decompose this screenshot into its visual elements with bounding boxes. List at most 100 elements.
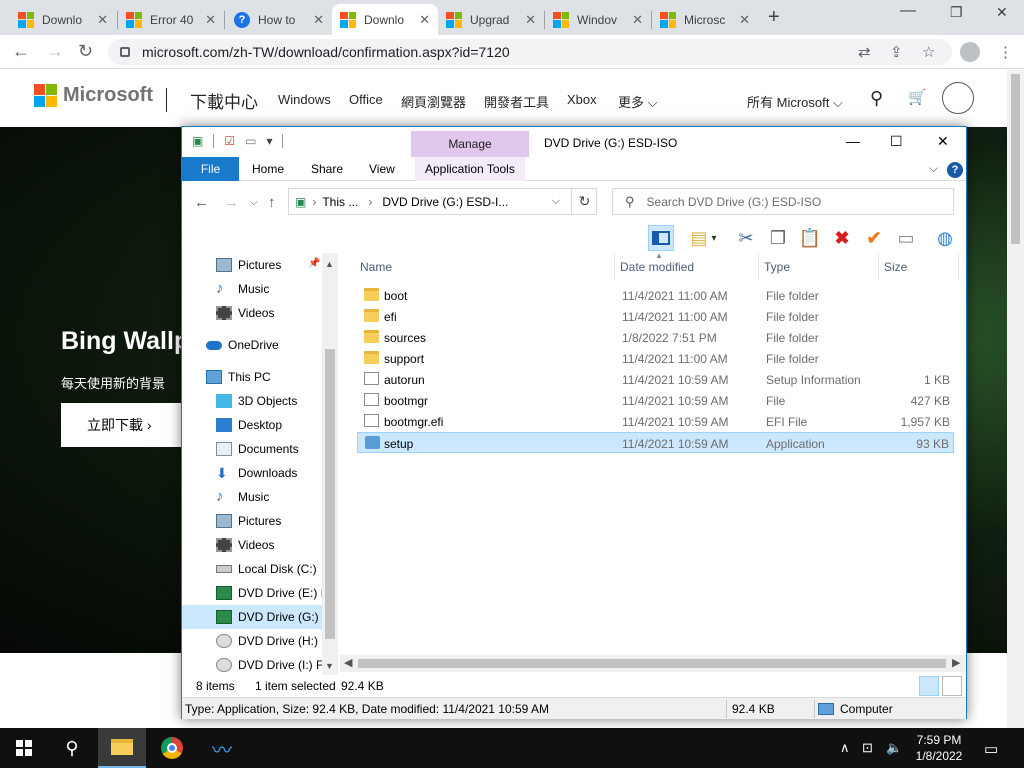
reload-icon[interactable]: ↻ xyxy=(78,41,93,62)
share-icon[interactable]: ⇪ xyxy=(890,43,903,61)
up-icon[interactable]: ↑ xyxy=(268,194,276,211)
nav-item-pictures[interactable]: Pictures xyxy=(216,253,322,277)
back-icon[interactable]: ← xyxy=(194,194,209,211)
pin-icon[interactable]: 📌 xyxy=(308,258,320,269)
nav-item-videos[interactable]: Videos xyxy=(216,301,322,325)
new-tab-icon[interactable]: + xyxy=(768,6,780,29)
nav-link-more[interactable]: 更多 ⌵ xyxy=(618,92,658,111)
browser-tab[interactable]: Upgrad ✕ xyxy=(438,4,544,35)
forward-icon[interactable]: → xyxy=(46,41,64,62)
delete-icon[interactable]: ✖ xyxy=(829,225,855,251)
browser-tab[interactable]: Microsc ✕ xyxy=(652,4,758,35)
close-icon[interactable]: ✕ xyxy=(419,12,430,28)
nav-link-xbox[interactable]: Xbox xyxy=(567,92,597,107)
large-icons-view-icon[interactable] xyxy=(942,676,962,696)
file-row[interactable]: sources 1/8/2022 7:51 PM File folder xyxy=(357,327,954,348)
scroll-left-icon[interactable]: ◀ xyxy=(344,656,352,669)
nav-item-videos[interactable]: Videos xyxy=(216,533,322,557)
profile-avatar[interactable] xyxy=(960,42,980,62)
close-icon[interactable]: ✕ xyxy=(525,12,536,28)
globe-icon[interactable]: ◍ xyxy=(932,225,958,251)
file-row[interactable]: bootmgr.efi 11/4/2021 10:59 AM EFI File … xyxy=(357,411,954,432)
volume-muted-icon[interactable]: 🔈 xyxy=(886,740,902,756)
tab-share[interactable]: Share xyxy=(301,157,353,181)
recent-locations-icon[interactable]: ⌵ xyxy=(250,197,258,208)
nav-item-dvd-drive-i[interactable]: DVD Drive (I:) FR xyxy=(216,653,332,675)
details-view-icon[interactable] xyxy=(919,676,939,696)
close-icon[interactable]: ✕ xyxy=(205,12,216,28)
restore-icon[interactable]: ❐ xyxy=(950,4,963,21)
column-header-type[interactable]: Type xyxy=(759,253,879,280)
help-icon[interactable]: ? xyxy=(947,162,963,178)
download-now-button[interactable]: 立即下載 › xyxy=(61,403,181,447)
nav-item-dvd-drive-e[interactable]: DVD Drive (E:) IR xyxy=(216,581,333,605)
nav-item-local-disk-c[interactable]: Local Disk (C:) xyxy=(216,557,322,581)
address-bar[interactable]: microsoft.com/zh-TW/download/confirmatio… xyxy=(108,39,952,65)
close-icon[interactable]: ✕ xyxy=(632,12,643,28)
back-icon[interactable]: ← xyxy=(12,41,30,62)
section-title[interactable]: 下載中心 xyxy=(190,88,258,113)
explorer-address-bar[interactable]: ▣ › This ... › DVD Drive (G:) ESD-I... ⌵ xyxy=(288,188,597,215)
scroll-up-icon[interactable]: ▲ xyxy=(325,259,334,269)
nav-item-documents[interactable]: Documents xyxy=(216,437,322,461)
nav-link-browsers[interactable]: 網頁瀏覽器 xyxy=(401,92,466,111)
nav-item-music[interactable]: ♪ Music xyxy=(216,485,322,509)
horizontal-scrollbar[interactable]: ◀ ▶ xyxy=(340,655,966,672)
file-row[interactable]: autorun 11/4/2021 10:59 AM Setup Informa… xyxy=(357,369,954,390)
start-button[interactable] xyxy=(0,728,48,768)
browser-tab[interactable]: Windov ✕ xyxy=(545,4,651,35)
minimize-icon[interactable]: — xyxy=(900,2,916,20)
menu-icon[interactable]: ⋮ xyxy=(998,43,1013,61)
properties-icon[interactable]: ☑ xyxy=(224,134,235,148)
breadcrumb-this-pc[interactable]: This ... xyxy=(322,195,358,209)
nav-item-desktop[interactable]: Desktop xyxy=(216,413,322,437)
manage-context-tab[interactable]: Manage xyxy=(411,131,529,157)
file-row[interactable]: support 11/4/2021 11:00 AM File folder xyxy=(357,348,954,369)
close-icon[interactable]: ✕ xyxy=(313,12,324,28)
translate-icon[interactable]: ⇄ xyxy=(858,43,871,61)
page-scrollbar-thumb[interactable] xyxy=(1011,74,1020,244)
browser-tab-active[interactable]: Downlo ✕ xyxy=(332,4,438,35)
file-row[interactable]: efi 11/4/2021 11:00 AM File folder xyxy=(357,306,954,327)
account-icon[interactable] xyxy=(942,82,974,114)
nav-item-dvd-drive-h[interactable]: DVD Drive (H:) F xyxy=(216,629,329,653)
close-icon[interactable]: ✕ xyxy=(739,12,750,28)
column-header-date-modified[interactable]: Date modified xyxy=(615,253,759,280)
nav-link-office[interactable]: Office xyxy=(349,92,383,107)
nav-pane-scrollbar[interactable] xyxy=(322,253,338,675)
nav-item-onedrive[interactable]: OneDrive xyxy=(206,333,322,357)
file-row-selected[interactable]: setup 11/4/2021 10:59 AM Application 93 … xyxy=(357,432,954,453)
minimize-icon[interactable]: — xyxy=(846,133,860,149)
tab-home[interactable]: Home xyxy=(242,157,294,181)
file-row[interactable]: bootmgr 11/4/2021 10:59 AM File 427 KB xyxy=(357,390,954,411)
preview-pane-icon[interactable] xyxy=(648,225,674,251)
cart-icon[interactable]: 🛒 xyxy=(908,88,927,106)
nav-item-3d-objects[interactable]: 3D Objects xyxy=(216,389,322,413)
search-input[interactable]: ⚲ Search DVD Drive (G:) ESD-ISO xyxy=(612,188,954,215)
all-microsoft-menu[interactable]: 所有 Microsoft ⌵ xyxy=(747,92,843,111)
checkmark-icon[interactable]: ✔ xyxy=(861,225,887,251)
file-explorer-taskbar-icon[interactable] xyxy=(98,728,146,768)
close-window-icon[interactable]: ✕ xyxy=(996,4,1008,21)
new-folder-icon[interactable]: ▭ xyxy=(245,134,256,148)
bookmark-star-icon[interactable]: ☆ xyxy=(922,43,935,61)
search-icon[interactable]: ⚲ xyxy=(48,728,96,768)
health-app-taskbar-icon[interactable]: 〰 xyxy=(198,728,246,768)
notifications-icon[interactable]: ▭ xyxy=(984,740,998,758)
page-scrollbar[interactable] xyxy=(1007,70,1024,728)
browser-tab[interactable]: ? How to ✕ xyxy=(226,4,332,35)
refresh-icon[interactable]: ↻ xyxy=(571,188,597,215)
nav-pane-scrollbar-thumb[interactable] xyxy=(325,349,335,639)
microsoft-logo[interactable]: Microsoft xyxy=(34,84,153,107)
horizontal-scrollbar-thumb[interactable] xyxy=(358,659,946,668)
nav-item-dvd-drive-g[interactable]: DVD Drive (G:) ES xyxy=(182,605,338,629)
close-icon[interactable]: ✕ xyxy=(97,12,108,28)
address-dropdown-icon[interactable]: ⌵ xyxy=(552,195,560,208)
column-header-name[interactable]: Name xyxy=(355,253,615,280)
nav-item-music[interactable]: ♪ Music xyxy=(216,277,322,301)
properties-icon[interactable]: ▭ xyxy=(893,225,919,251)
search-icon[interactable]: ⚲ xyxy=(870,88,883,109)
nav-item-downloads[interactable]: ⬇ Downloads xyxy=(216,461,322,485)
scroll-right-icon[interactable]: ▶ xyxy=(952,656,960,669)
tab-view[interactable]: View xyxy=(359,157,405,181)
